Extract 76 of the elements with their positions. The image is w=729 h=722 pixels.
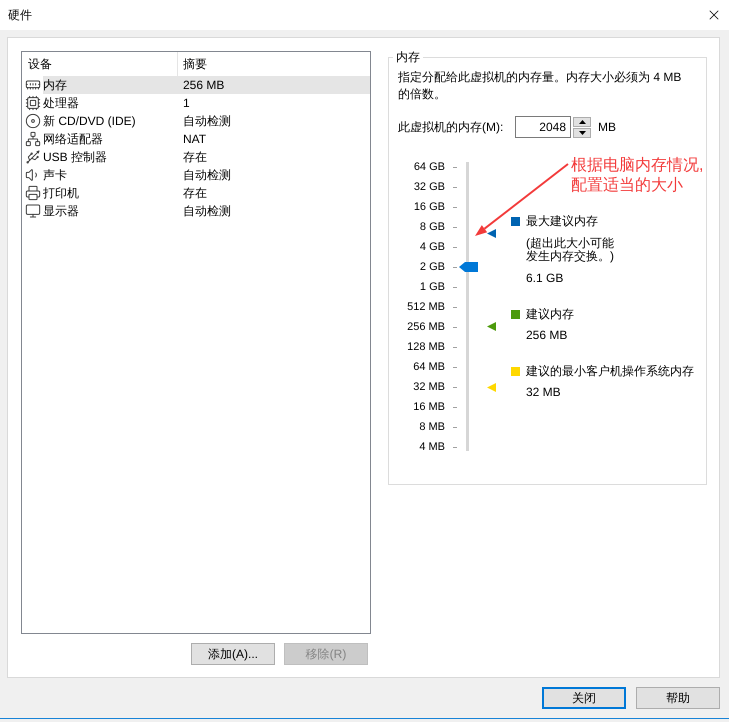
tick-label: 8 GB [418,220,445,235]
tick-label: 8 MB [418,420,445,435]
memory-size-input[interactable]: 2048 [515,116,571,138]
device-name: 处理器 [43,95,80,111]
tick-mark [453,186,457,188]
caret-up-icon [578,120,586,124]
device-summary: 256 MB [183,77,224,93]
unit-label: MB [598,119,616,135]
device-name: 声卡 [43,167,68,183]
tick-label: 64 MB [412,360,445,375]
legend-value: 6.1 GB [526,270,564,286]
tick-mark [453,426,457,428]
tick-label: 32 MB [412,380,445,395]
tick-label: 16 GB [412,200,445,215]
device-summary: 自动检测 [183,113,231,129]
disc-icon [25,113,41,129]
tick-label: 2 GB [418,260,445,275]
increment-button[interactable] [573,116,591,126]
tick-label: 32 GB [412,180,445,195]
device-name: USB 控制器 [43,149,108,165]
slider-thumb[interactable] [459,262,478,272]
monitor-icon [25,203,41,219]
device-summary: 自动检测 [183,203,231,219]
device-summary: NAT [183,131,206,147]
tick-label: 64 GB [412,160,445,175]
window-title: 硬件 [8,7,32,23]
cpu-icon [25,95,41,111]
tick-mark [453,406,457,408]
column-header[interactable]: 设备 [22,52,177,76]
tick-mark [453,166,457,168]
description-text: 指定分配给此虚拟机的内存量。内存大小必须为 4 MB 的倍数。 [398,69,682,103]
tick-mark [453,386,457,388]
device-summary: 存在 [183,149,207,165]
tick-label: 1 GB [418,280,445,295]
tick-mark [453,306,457,308]
device-name: 新 CD/DVD (IDE) [43,113,137,129]
tick-label: 16 MB [412,400,445,415]
printer-icon [25,185,41,201]
tick-mark [453,346,457,348]
tick-mark [453,246,457,248]
legend-title: 建议的最小客户机操作系统内存 [526,363,694,379]
device-name: 打印机 [43,185,80,201]
tick-mark [453,366,457,368]
legend-note: (超出此大小可能发生内存交换。) [526,237,615,263]
tick-mark [453,326,457,328]
device-summary: 自动检测 [183,167,231,183]
device-summary: 1 [183,95,190,111]
caret-down-icon [578,130,586,134]
device-summary: 存在 [183,185,207,201]
tick-label: 256 MB [406,320,445,335]
decrement-button[interactable] [573,128,591,138]
group-title: 内存 [395,49,421,65]
device-name: 网络适配器 [43,131,104,147]
tick-mark [453,446,457,448]
tick-label: 4 MB [418,440,445,455]
device-row[interactable]: 内存 256 MB [43,76,370,94]
legend-value: 32 MB [526,384,562,400]
tick-mark [453,206,457,208]
tick-mark [453,266,457,268]
device-name: 内存 [43,77,68,93]
legend-title: 建议内存 [526,306,574,322]
memory-field-label: 此虚拟机的内存(M): [398,119,504,135]
usb-icon [25,149,41,165]
list-action-button[interactable]: 添加(A)... [191,643,275,665]
tick-mark [453,286,457,288]
device-name: 显示器 [43,203,80,219]
tick-label: 128 MB [406,340,445,355]
tick-label: 512 MB [406,300,445,315]
dialog-button[interactable]: 帮助 [636,687,720,709]
legend-value: 256 MB [526,327,568,343]
legend-title: 最大建议内存 [526,213,598,229]
dialog-button[interactable]: 关闭 [542,687,626,709]
tick-label: 4 GB [418,240,445,255]
network-icon [25,131,41,147]
annotation-text: 根据电脑内存情况,配置适当的大小 [571,156,704,196]
tick-mark [453,226,457,228]
